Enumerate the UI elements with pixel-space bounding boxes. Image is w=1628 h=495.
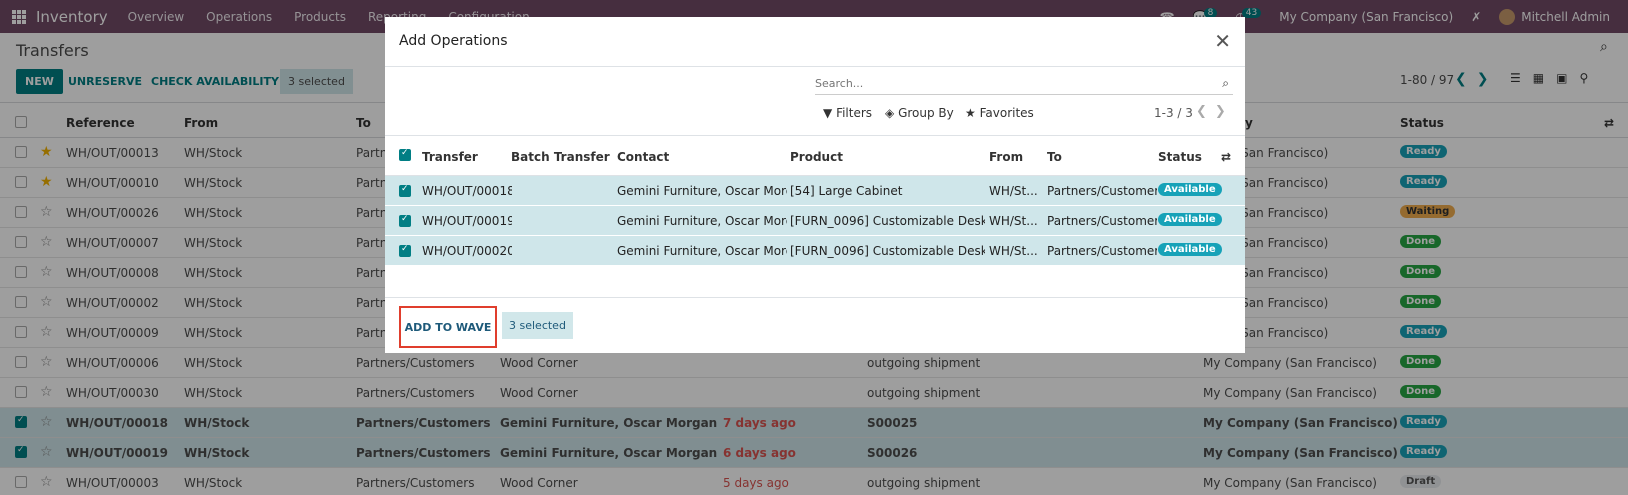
row-to: Partners/Customers [1047, 244, 1157, 258]
row-contact: Gemini Furniture, Oscar Morgan [617, 184, 787, 198]
header-batch-transfer[interactable]: Batch Transfer [511, 150, 610, 164]
operations-table-header: Transfer Batch Transfer Contact Product … [385, 136, 1245, 176]
group-by-label: Group By [898, 106, 954, 120]
row-from: WH/St... [989, 244, 1038, 258]
table-row[interactable]: WH/OUT/00019 Gemini Furniture, Oscar Morg… [385, 206, 1245, 236]
group-by-button[interactable]: ◈ Group By [885, 106, 954, 120]
dialog-selected-count: 3 selected [502, 312, 573, 339]
header-product[interactable]: Product [790, 150, 843, 164]
filters-button[interactable]: ▼ Filters [823, 106, 872, 120]
header-to[interactable]: To [1047, 150, 1062, 164]
row-checkbox[interactable] [399, 245, 411, 257]
status-badge: Available [1158, 213, 1222, 226]
row-to: Partners/Customers [1047, 184, 1157, 198]
row-product: [FURN_0096] Customizable Desk (... [790, 244, 985, 258]
dialog-title: Add Operations [399, 33, 508, 49]
add-operations-dialog: Add Operations ✕ ⌕ ▼ Filters ◈ Group By … [385, 17, 1245, 353]
close-icon[interactable]: ✕ [1214, 29, 1231, 53]
filters-label: Filters [836, 106, 873, 120]
operations-table: Transfer Batch Transfer Contact Product … [385, 135, 1245, 266]
favorites-label: Favorites [979, 106, 1034, 120]
row-transfer: WH/OUT/00018 [422, 184, 512, 198]
status-badge: Available [1158, 183, 1222, 196]
header-transfer[interactable]: Transfer [422, 150, 478, 164]
dialog-pager-value[interactable]: 1-3 / 3 [1154, 106, 1193, 120]
header-status[interactable]: Status [1158, 150, 1202, 164]
row-transfer: WH/OUT/00020 [422, 244, 512, 258]
search-icon[interactable]: ⌕ [1222, 76, 1229, 91]
row-from: WH/St... [989, 214, 1038, 228]
row-checkbox[interactable] [399, 185, 411, 197]
table-row[interactable]: WH/OUT/00020 Gemini Furniture, Oscar Morg… [385, 236, 1245, 266]
filter-icon: ▼ [823, 106, 833, 120]
table-row[interactable]: WH/OUT/00018 Gemini Furniture, Oscar Morg… [385, 176, 1245, 206]
optional-columns-icon[interactable]: ⇄ [1221, 150, 1231, 164]
select-all-checkbox[interactable] [399, 149, 411, 161]
favorites-button[interactable]: ★ Favorites [965, 106, 1034, 120]
row-product: [FURN_0096] Customizable Desk (... [790, 214, 985, 228]
star-icon: ★ [965, 106, 976, 120]
add-to-wave-button[interactable]: ADD TO WAVE [399, 306, 497, 348]
status-badge: Available [1158, 243, 1222, 256]
row-to: Partners/Customers [1047, 214, 1157, 228]
chevron-right-icon[interactable]: ❯ [1215, 104, 1234, 119]
row-contact: Gemini Furniture, Oscar Morgan [617, 214, 787, 228]
row-product: [54] Large Cabinet [790, 184, 903, 198]
dialog-search-box: ⌕ [815, 73, 1233, 95]
chevron-left-icon[interactable]: ❮ [1196, 104, 1215, 119]
row-contact: Gemini Furniture, Oscar Morgan [617, 244, 787, 258]
dialog-search-input[interactable] [815, 73, 1195, 90]
row-transfer: WH/OUT/00019 [422, 214, 512, 228]
layers-icon: ◈ [885, 106, 895, 120]
dialog-pager-arrows[interactable]: ❮❯ [1196, 104, 1234, 119]
row-checkbox[interactable] [399, 215, 411, 227]
header-contact[interactable]: Contact [617, 150, 669, 164]
dialog-footer: ADD TO WAVE 3 selected [385, 297, 1245, 353]
row-from: WH/St... [989, 184, 1038, 198]
header-from[interactable]: From [989, 150, 1023, 164]
dialog-header: Add Operations ✕ [385, 17, 1245, 67]
